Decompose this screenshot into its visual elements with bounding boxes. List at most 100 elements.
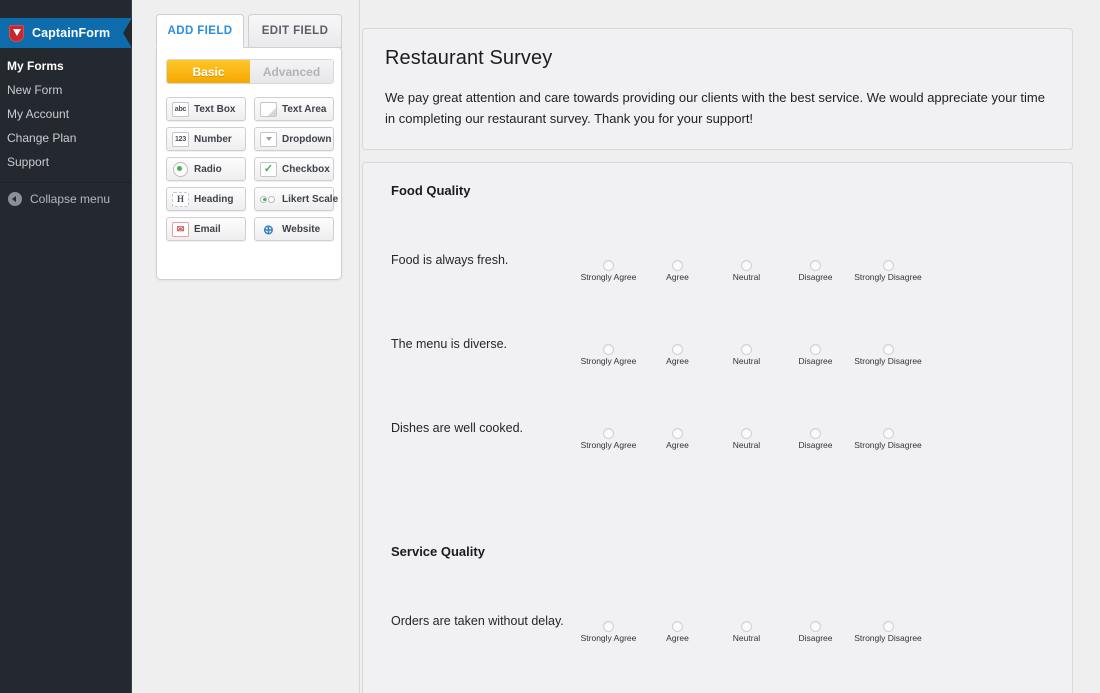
field-button-text-area[interactable]: Text Area [254, 97, 334, 121]
field-label: Number [194, 133, 232, 145]
field-tool-column: ADD FIELD EDIT FIELD Basic Advanced abc … [133, 0, 360, 693]
field-category-segmented: Basic Advanced [166, 59, 334, 84]
likert-scale: Strongly Agree Agree Neutral Disagree St… [574, 260, 926, 282]
radio-icon[interactable] [672, 344, 683, 355]
radio-icon[interactable] [810, 344, 821, 355]
radio-icon[interactable] [882, 428, 894, 439]
field-button-number[interactable]: 123 Number [166, 127, 246, 151]
radio-icon[interactable] [810, 428, 821, 439]
likert-option-disagree[interactable]: Disagree [781, 260, 850, 282]
sidebar-item-my-account[interactable]: My Account [0, 102, 131, 126]
question-text: Food is always fresh. [391, 253, 509, 267]
field-button-website[interactable]: ⊕ Website [254, 217, 334, 241]
likert-option-strongly-agree[interactable]: Strongly Agree [574, 428, 643, 450]
radio-icon[interactable] [672, 428, 683, 439]
field-button-checkbox[interactable]: ✓ Checkbox [254, 157, 334, 181]
option-label: Strongly Disagree [854, 356, 922, 366]
likert-option-strongly-agree[interactable]: Strongly Agree [574, 260, 643, 282]
collapse-menu-label: Collapse menu [30, 192, 111, 206]
form-description: We pay great attention and care towards … [385, 90, 1045, 126]
option-label: Disagree [798, 272, 833, 282]
dropdown-icon [260, 131, 277, 147]
option-label: Disagree [798, 356, 833, 366]
likert-option-agree[interactable]: Agree [643, 344, 712, 366]
form-preview-area: Restaurant Survey We pay great attention… [361, 0, 1100, 693]
option-label: Strongly Disagree [854, 272, 922, 282]
textarea-icon [260, 101, 277, 117]
radio-icon[interactable] [603, 428, 614, 439]
question-row[interactable]: Food is always fresh. Strongly Agree Agr… [391, 252, 1050, 336]
option-label: Agree [666, 272, 689, 282]
radio-icon[interactable] [672, 260, 683, 271]
likert-scale: Strongly Agree Agree Neutral Disagree St… [574, 428, 926, 450]
radio-icon[interactable] [882, 621, 894, 632]
form-header-card[interactable]: Restaurant Survey We pay great attention… [362, 28, 1073, 150]
add-field-panel: Basic Advanced abc Text Box Text Area 12… [156, 47, 342, 280]
option-label: Neutral [732, 272, 761, 282]
sidebar-item-new-form[interactable]: New Form [0, 78, 131, 102]
radio-icon[interactable] [810, 621, 821, 632]
field-button-email[interactable]: ✉ Email [166, 217, 246, 241]
question-row[interactable]: Dishes are well cooked. Strongly Agree A… [391, 420, 1050, 504]
likert-option-strongly-disagree[interactable]: Strongly Disagree [850, 621, 926, 643]
likert-option-strongly-agree[interactable]: Strongly Agree [574, 344, 643, 366]
radio-icon[interactable] [603, 621, 614, 632]
sidebar-item-support[interactable]: Support [0, 150, 131, 174]
brand-header[interactable]: CaptainForm [0, 18, 132, 48]
likert-option-agree[interactable]: Agree [643, 621, 712, 643]
likert-option-neutral[interactable]: Neutral [712, 260, 781, 282]
likert-option-disagree[interactable]: Disagree [781, 428, 850, 450]
likert-option-strongly-agree[interactable]: Strongly Agree [574, 621, 643, 643]
radio-icon[interactable] [810, 260, 821, 271]
chevron-left-circle-icon [8, 192, 22, 206]
likert-option-strongly-disagree[interactable]: Strongly Disagree [850, 428, 926, 450]
radio-icon[interactable] [672, 621, 683, 632]
field-label: Text Box [194, 103, 236, 115]
field-button-likert-scale[interactable]: Likert Scale [254, 187, 338, 211]
sidebar-nav: My Forms New Form My Account Change Plan… [0, 48, 131, 174]
radio-icon[interactable] [741, 621, 752, 632]
tab-add-field[interactable]: ADD FIELD [156, 14, 244, 48]
radio-icon[interactable] [741, 344, 752, 355]
likert-option-disagree[interactable]: Disagree [781, 621, 850, 643]
field-button-radio[interactable]: Radio [166, 157, 246, 181]
field-label: Checkbox [282, 163, 330, 175]
option-label: Disagree [798, 633, 833, 643]
likert-option-agree[interactable]: Agree [643, 260, 712, 282]
likert-option-neutral[interactable]: Neutral [712, 428, 781, 450]
likert-option-disagree[interactable]: Disagree [781, 344, 850, 366]
brand-arrow-decor [123, 18, 132, 48]
segment-advanced[interactable]: Advanced [250, 60, 333, 83]
likert-option-strongly-disagree[interactable]: Strongly Disagree [850, 260, 926, 282]
question-row[interactable]: Orders are taken without delay. Strongly… [391, 613, 1050, 693]
field-button-grid: abc Text Box Text Area 123 Number Dropdo… [166, 97, 338, 241]
likert-option-neutral[interactable]: Neutral [712, 344, 781, 366]
field-button-dropdown[interactable]: Dropdown [254, 127, 334, 151]
radio-icon[interactable] [741, 260, 752, 271]
field-button-text-box[interactable]: abc Text Box [166, 97, 246, 121]
option-label: Neutral [732, 633, 761, 643]
radio-icon[interactable] [603, 260, 614, 271]
collapse-menu-button[interactable]: Collapse menu [0, 183, 131, 206]
sidebar-item-change-plan[interactable]: Change Plan [0, 126, 131, 150]
radio-icon[interactable] [603, 344, 614, 355]
sidebar-item-my-forms[interactable]: My Forms [0, 54, 131, 78]
radio-icon[interactable] [882, 260, 894, 271]
likert-icon [260, 192, 277, 207]
tool-tabs: ADD FIELD EDIT FIELD [156, 14, 342, 48]
123-icon: 123 [172, 131, 189, 147]
radio-icon[interactable] [882, 344, 894, 355]
field-label: Radio [194, 163, 222, 175]
checkbox-icon: ✓ [260, 161, 277, 177]
option-label: Neutral [732, 356, 761, 366]
field-button-heading[interactable]: H Heading [166, 187, 246, 211]
radio-icon[interactable] [741, 428, 752, 439]
tab-edit-field[interactable]: EDIT FIELD [248, 14, 342, 48]
question-row[interactable]: The menu is diverse. Strongly Agree Agre… [391, 336, 1050, 420]
segment-basic[interactable]: Basic [167, 60, 250, 83]
likert-scale: Strongly Agree Agree Neutral Disagree St… [574, 344, 926, 366]
field-label: Website [282, 223, 321, 235]
likert-option-neutral[interactable]: Neutral [712, 621, 781, 643]
likert-option-strongly-disagree[interactable]: Strongly Disagree [850, 344, 926, 366]
likert-option-agree[interactable]: Agree [643, 428, 712, 450]
